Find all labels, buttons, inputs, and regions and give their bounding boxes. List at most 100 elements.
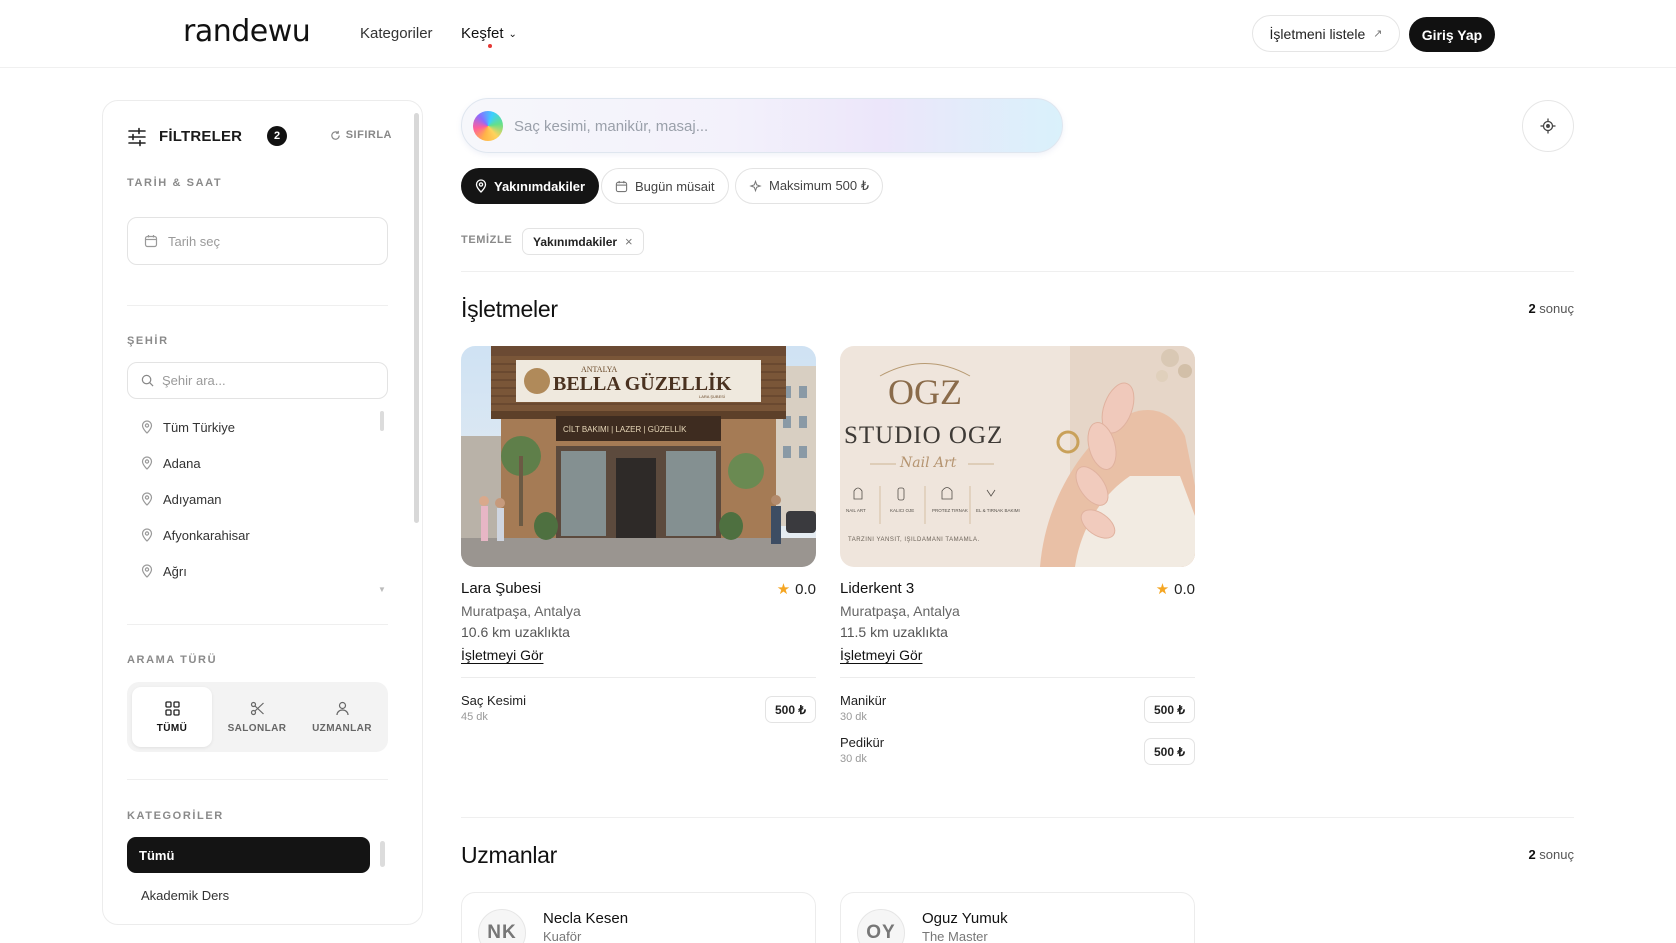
active-filter-tag[interactable]: Yakınımdakiler × (522, 228, 644, 255)
arrow-up-right-icon: ↗ (1373, 28, 1383, 40)
filters-title: FİLTRELER (159, 128, 243, 145)
section-divider (127, 305, 388, 306)
categories-section-label: KATEGORİLER (127, 810, 224, 822)
reset-label: SIFIRLA (345, 129, 392, 141)
city-item[interactable]: Ağrı (127, 553, 388, 589)
business-location: Muratpaşa, Antalya (840, 603, 960, 619)
search-type-label: SALONLAR (227, 722, 287, 734)
logo[interactable]: randewu (183, 14, 311, 49)
salon-storefront-image: ANTALYA BELLA GÜZELLİK LARA ŞUBESİ CİLT … (461, 346, 816, 567)
card-divider (461, 677, 816, 678)
service-price[interactable]: 500 ₺ (1144, 696, 1195, 723)
chip-label: Yakınımdakiler (494, 178, 586, 194)
category-list-scrollbar[interactable] (380, 841, 385, 867)
expert-role: Kuaför (543, 929, 582, 943)
business-rating: ★ 0.0 (1155, 580, 1195, 599)
studio-slogan-text: TARZINI YANSIT, IŞILDAMANI TAMAMLA. (848, 537, 980, 543)
section-divider (127, 624, 388, 625)
top-header: randewu Kategoriler Keşfet ⌄ İşletmeni li… (0, 0, 1676, 68)
business-name[interactable]: Lara Şubesi (461, 580, 541, 597)
filter-count-badge: 2 (267, 126, 287, 146)
city-item[interactable]: Adıyaman (127, 481, 388, 517)
sparkle-icon (749, 179, 762, 192)
business-image[interactable]: OGZ STUDIO OGZ Nail Art NAIL ART KALICI … (840, 346, 1195, 567)
active-filter-label: Yakınımdakiler (533, 234, 618, 249)
refresh-icon (331, 130, 340, 140)
business-name[interactable]: Liderkent 3 (840, 580, 914, 597)
chip-label: Bugün müsait (635, 178, 715, 194)
category-item[interactable]: Akademik Ders (141, 888, 229, 903)
studio-service-text: EL & TIRNAK BAKIMI (976, 508, 1020, 513)
sign-sub-text: LARA ŞUBESİ (699, 394, 725, 399)
result-count-suffix: sonuç (1539, 847, 1574, 862)
list-business-button[interactable]: İşletmeni listele ↗ (1252, 15, 1400, 52)
nav-categories[interactable]: Kategoriler (360, 25, 433, 42)
section-divider (461, 271, 1574, 272)
city-item[interactable]: Afyonkarahisar (127, 517, 388, 553)
search-type-label: TÜMÜ (156, 722, 188, 734)
card-divider (840, 677, 1195, 678)
expert-name: Oguz Yumuk (922, 910, 1008, 927)
reset-button[interactable]: SIFIRLA (330, 129, 392, 141)
business-distance: 10.6 km uzaklıkta (461, 624, 570, 640)
search-icon (141, 374, 154, 387)
chip-max-price[interactable]: Maksimum 500 ₺ (735, 168, 884, 204)
studio-service-text: KALICI OJE (890, 508, 914, 513)
city-list-scrollbar[interactable] (380, 411, 384, 431)
close-icon[interactable]: × (625, 234, 633, 249)
service-price[interactable]: 500 ₺ (1144, 738, 1195, 765)
nail-studio-image: OGZ STUDIO OGZ Nail Art NAIL ART KALICI … (840, 346, 1195, 567)
service-name: Manikür (840, 693, 887, 708)
chip-available-today[interactable]: Bugün müsait (601, 168, 729, 204)
location-pin-icon (141, 492, 153, 506)
locate-me-button[interactable] (1522, 100, 1574, 152)
service-row[interactable]: Pedikür 30 dk 500 ₺ (840, 735, 1195, 771)
search-type-label: UZMANLAR (312, 722, 372, 734)
category-item-all[interactable]: Tümü (127, 837, 370, 873)
chip-nearby[interactable]: Yakınımdakiler (461, 168, 600, 204)
city-item[interactable]: Tüm Türkiye (127, 409, 388, 445)
city-search-input[interactable]: Şehir ara... (127, 362, 388, 399)
login-button[interactable]: Giriş Yap (1409, 17, 1495, 52)
active-indicator-dot (488, 44, 492, 48)
service-row[interactable]: Saç Kesimi 45 dk 500 ₺ (461, 693, 816, 729)
date-picker-input[interactable]: Tarih seç (127, 217, 388, 265)
business-card: OGZ STUDIO OGZ Nail Art NAIL ART KALICI … (840, 346, 1195, 765)
city-label: Adıyaman (163, 491, 222, 507)
result-count-number: 2 (1528, 301, 1536, 316)
view-business-link[interactable]: İşletmeyi Gör (840, 647, 922, 663)
service-duration: 30 dk (840, 711, 867, 723)
scroll-down-icon[interactable]: ▼ (378, 585, 386, 594)
location-pin-icon (141, 528, 153, 542)
user-icon (335, 701, 349, 715)
city-item[interactable]: Adana (127, 445, 388, 481)
rating-value: 0.0 (1174, 580, 1195, 598)
search-type-salons[interactable]: SALONLAR (217, 687, 297, 747)
search-type-toggle: TÜMÜ SALONLAR UZMANLAR (127, 682, 388, 752)
location-pin-icon (141, 456, 153, 470)
search-type-experts[interactable]: UZMANLAR (302, 687, 382, 747)
result-count-suffix: sonuç (1539, 301, 1574, 316)
sidebar-scrollbar[interactable] (414, 113, 419, 523)
nav-explore[interactable]: Keşfet ⌄ (461, 25, 517, 42)
date-section-label: TARİH & SAAT (127, 177, 223, 189)
expert-card[interactable]: NK Necla Kesen Kuaför (461, 892, 816, 943)
studio-script-text: Nail Art (899, 455, 957, 471)
city-search-placeholder: Şehir ara... (162, 373, 226, 388)
filters-sidebar: FİLTRELER 2 SIFIRLA TARİH & SAAT Tarih s… (102, 100, 423, 925)
view-business-link[interactable]: İşletmeyi Gör (461, 647, 543, 663)
ai-orb-icon (473, 111, 503, 141)
search-type-all[interactable]: TÜMÜ (132, 687, 212, 747)
service-price[interactable]: 500 ₺ (765, 696, 816, 723)
chip-label: Maksimum 500 ₺ (769, 178, 870, 193)
avatar: NK (478, 909, 526, 943)
business-image[interactable]: ANTALYA BELLA GÜZELLİK LARA ŞUBESİ CİLT … (461, 346, 816, 567)
sliders-icon (128, 127, 146, 147)
star-icon: ★ (1155, 581, 1170, 598)
result-count-number: 2 (1528, 847, 1536, 862)
search-bar[interactable]: Saç kesimi, manikür, masaj... (461, 98, 1063, 153)
expert-card[interactable]: OY Oguz Yumuk The Master (840, 892, 1195, 943)
studio-service-text: PROTEZ TIRNAK (932, 508, 968, 513)
service-row[interactable]: Manikür 30 dk 500 ₺ (840, 693, 1195, 729)
clear-filters-button[interactable]: TEMİZLE (461, 234, 512, 246)
